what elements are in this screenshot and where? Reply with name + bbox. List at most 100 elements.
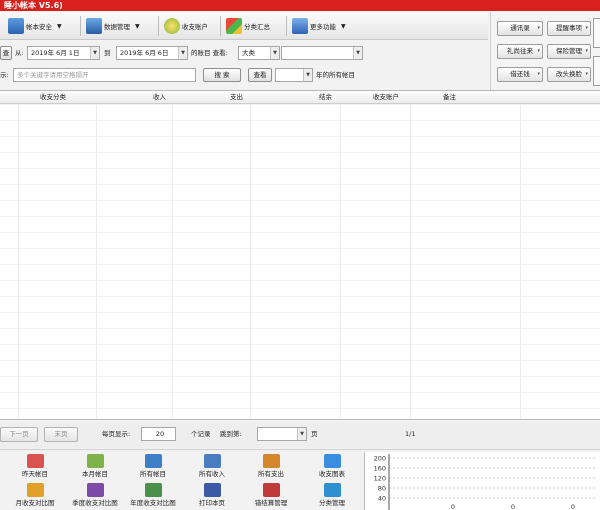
report-button[interactable]: 所有帐目 [123, 454, 183, 481]
category-select[interactable]: 大类 ▼ [238, 46, 280, 60]
column-header[interactable]: 结余 [319, 91, 332, 104]
search-input[interactable]: 多个关键字请用空格隔开 [13, 68, 196, 82]
report-button[interactable]: 收支图表 [302, 454, 362, 481]
calendar-icon [86, 18, 102, 34]
chevron-down-icon: ▼ [303, 69, 312, 81]
button-label: 改头换脸 [556, 70, 582, 78]
y-tick-label: 160 [374, 465, 386, 473]
column-header[interactable]: 收支账户 [373, 91, 399, 104]
column-header[interactable]: 收支分类 [40, 91, 66, 104]
column-header[interactable]: 备注 [443, 91, 456, 104]
report-button-label: 本月帐目 [82, 470, 108, 478]
report-button[interactable]: 年度收支对比图 [123, 483, 183, 510]
to-date-picker[interactable]: 2019年 6月 6日 ▼ [116, 46, 188, 60]
chevron-down-icon: ▼ [135, 22, 140, 30]
records-table: 收支分类 收入 支出 结余 收支账户 备注 [0, 90, 600, 420]
wallet-icon [164, 18, 180, 34]
panel-side-button[interactable] [593, 18, 600, 48]
report-button-label: 所有收入 [199, 470, 225, 478]
report-button[interactable]: 错结算管理 [241, 483, 301, 510]
panel-side-button[interactable] [593, 56, 600, 86]
query-button[interactable]: 查 [0, 46, 12, 60]
search-placeholder: 多个关键字请用空格隔开 [17, 71, 89, 79]
toolbar-label: 分类汇总 [244, 23, 270, 31]
to-label: 到 [104, 49, 111, 57]
per-page-input[interactable]: 20 [141, 427, 176, 441]
subcategory-select[interactable]: ▼ [281, 46, 363, 60]
button-label: 提醒事项 [556, 24, 582, 32]
next-page-button[interactable]: 下一页 [0, 427, 38, 442]
change-skin-button[interactable]: 改头换脸 ▾ [547, 67, 591, 82]
ledger-icon [86, 454, 104, 468]
toolbar-label: 收支账户 [182, 23, 208, 31]
report-button-label: 季度收支对比图 [72, 499, 118, 507]
toolbar-label: 更多功能 [310, 23, 336, 31]
x-tick-label: 0 [571, 503, 575, 510]
report-button[interactable]: 所有支出 [241, 454, 301, 481]
year-suffix-label: 年的所有帐目 [316, 71, 355, 79]
accounts-button[interactable]: 收支账户 [162, 15, 210, 37]
button-label: 保险管理 [556, 47, 582, 55]
account-security-button[interactable]: 帐本安全 ▼ [6, 15, 64, 37]
report-button-label: 月收支对比图 [15, 499, 55, 507]
table-row-line [0, 248, 600, 249]
report-button[interactable]: 所有收入 [182, 454, 242, 481]
chevron-down-icon: ▼ [341, 22, 346, 30]
report-button[interactable]: 昨天帐目 [5, 454, 65, 481]
column-header[interactable]: 支出 [230, 91, 243, 104]
report-button[interactable]: 分类管理 [302, 483, 362, 510]
mini-chart-svg: 200 160 120 80 40 0 0 0 [374, 454, 597, 510]
date-filter-row: 查 从: 2019年 6月 1日 ▼ 到 2019年 6月 6日 ▼ 的账目 查看:… [0, 44, 488, 62]
table-row-line [0, 344, 600, 345]
toolbar-separator [80, 16, 81, 36]
pagination-bar: 下一页 末页 每页显示: 20 个记录 跳到第: ▼ 页 1/1 [0, 422, 600, 448]
chevron-down-icon: ▼ [57, 22, 62, 30]
more-icon [292, 18, 308, 34]
year-select[interactable]: ▼ [275, 68, 313, 82]
reminders-button[interactable]: 提醒事项 ▾ [547, 21, 591, 36]
insurance-button[interactable]: 保险管理 ▾ [547, 44, 591, 59]
report-button-label: 打印本页 [199, 499, 225, 507]
printer-icon [203, 483, 221, 497]
chevron-down-icon: ▾ [537, 48, 540, 54]
report-button[interactable]: 季度收支对比图 [65, 483, 125, 510]
table-row-line [0, 264, 600, 265]
button-label: 礼尚往来 [507, 47, 533, 55]
category-value: 大类 [242, 49, 255, 57]
people-icon [262, 454, 280, 468]
contacts-button[interactable]: 通讯录 ▾ [497, 21, 543, 36]
folder-icon [323, 483, 341, 497]
chevron-down-icon: ▾ [537, 71, 540, 77]
button-label: 通讯录 [510, 24, 530, 32]
view-button[interactable]: 查看 [248, 68, 272, 82]
more-functions-button[interactable]: 更多功能 ▼ [290, 15, 348, 37]
report-button[interactable]: 打印本页 [182, 483, 242, 510]
report-button[interactable]: 月收支对比图 [5, 483, 65, 510]
from-date-value: 2019年 6月 1日 [31, 49, 80, 57]
jump-page-select[interactable]: ▼ [257, 427, 307, 441]
report-button-label: 所有支出 [258, 470, 284, 478]
toolbar-separator [286, 16, 287, 36]
button-label: 借还钱 [510, 70, 530, 78]
chevron-down-icon: ▼ [90, 47, 99, 59]
column-header[interactable]: 收入 [153, 91, 166, 104]
table-row-line [0, 376, 600, 377]
page-info: 1/1 [405, 430, 416, 438]
x-tick-label: 0 [451, 503, 455, 510]
loans-button[interactable]: 借还钱 ▾ [497, 67, 543, 82]
report-button-label: 年度收支对比图 [130, 499, 176, 507]
report-button-label: 所有帐目 [140, 470, 166, 478]
table-row-line [0, 328, 600, 329]
y-tick-label: 40 [378, 495, 386, 503]
x-tick-label: 0 [511, 503, 515, 510]
last-page-button[interactable]: 末页 [44, 427, 78, 442]
category-summary-button[interactable]: 分类汇总 [224, 15, 272, 37]
gifts-button[interactable]: 礼尚往来 ▾ [497, 44, 543, 59]
search-button[interactable]: 搜 索 [203, 68, 241, 82]
table-row-line [0, 120, 600, 121]
from-date-picker[interactable]: 2019年 6月 1日 ▼ [27, 46, 100, 60]
table-row-line [0, 232, 600, 233]
report-button[interactable]: 本月帐目 [65, 454, 125, 481]
chevron-down-icon: ▾ [537, 25, 540, 31]
data-management-button[interactable]: 数据管理 ▼ [84, 15, 142, 37]
